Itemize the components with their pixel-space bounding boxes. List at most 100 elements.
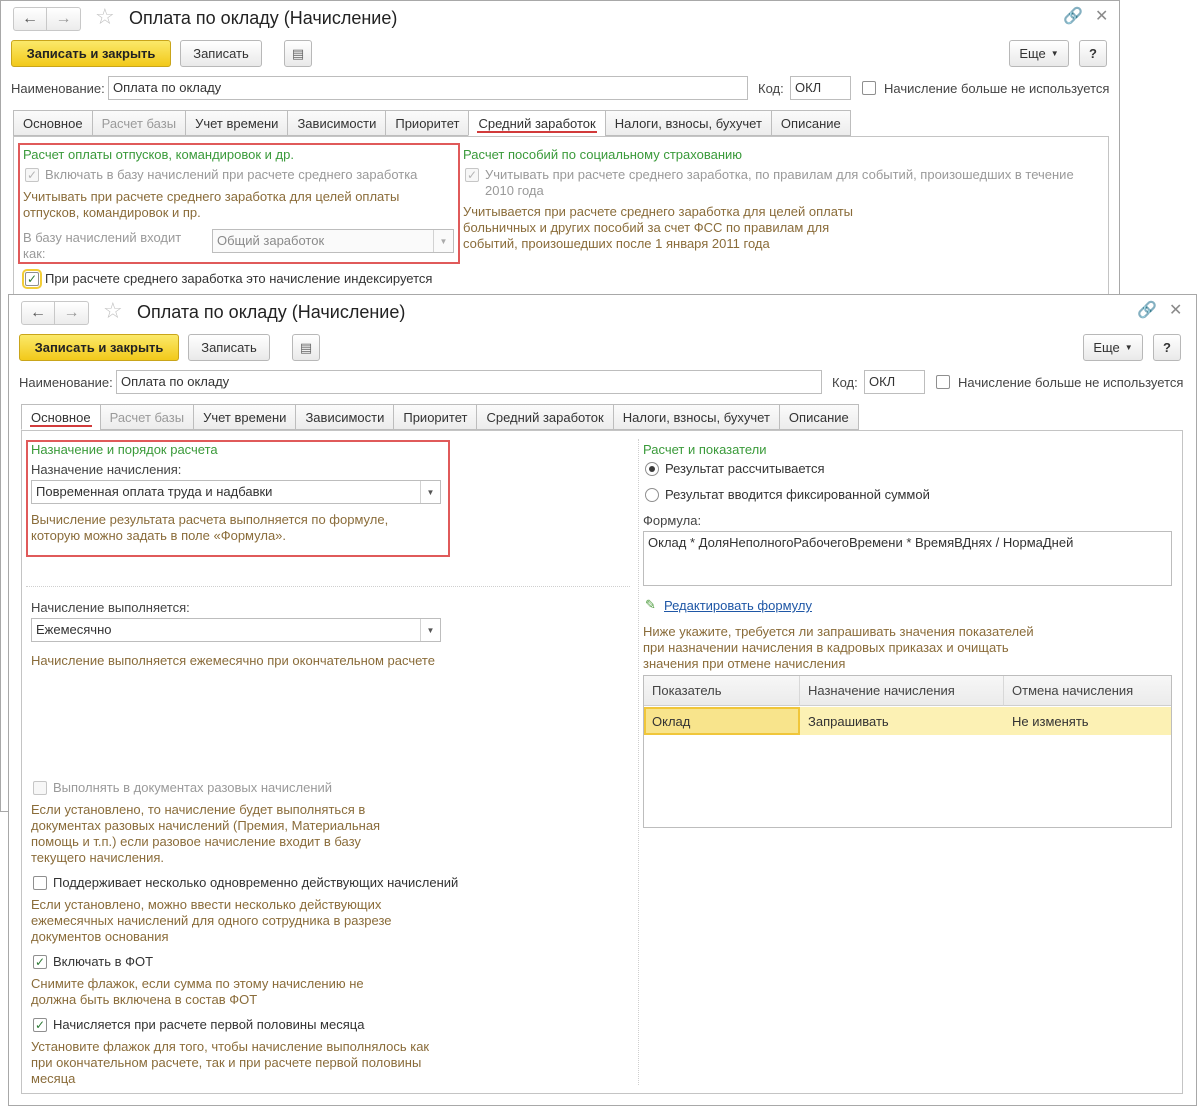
link-icon[interactable]: 🔗 [1137,303,1157,319]
tab-time[interactable]: Учет времени [185,110,288,136]
calc-indicators-header: Расчет и показатели [643,442,767,457]
table-header-assign[interactable]: Назначение начисления [800,676,1004,706]
column-divider [638,439,639,1085]
document-list-icon: ▤ [291,45,305,61]
indexed-label: При расчете среднего заработка это начис… [45,271,433,286]
front-window: ← → ☆ Оплата по окладу (Начисление) 🔗 ✕ … [8,294,1197,1106]
fot-checkbox[interactable]: ✓ [33,955,47,969]
social-include-checkbox: ✓ [465,168,479,182]
chevron-down-icon[interactable]: ▼ [420,481,440,503]
period-value: Ежемесячно [36,622,112,637]
tab-base-calc[interactable]: Расчет базы [99,404,194,430]
unused-label: Начисление больше не используется [958,375,1184,390]
table-cell-cancel[interactable]: Не изменять [1004,707,1171,735]
purpose-header: Назначение и порядок расчета [31,442,218,457]
include-base-checkbox: ✓ [25,168,39,182]
name-label: Наименование: [11,81,105,96]
tab-description[interactable]: Описание [778,404,859,430]
base-type-select: Общий заработок ▼ [212,229,454,253]
document-list-button[interactable]: ▤ [284,40,312,67]
tab-bar: Основное Расчет базы Учет времени Зависи… [21,404,859,430]
help-button[interactable]: ? [1153,334,1181,361]
code-field[interactable]: ОКЛ [790,76,851,100]
favorite-star-icon[interactable]: ☆ [95,6,115,28]
link-icon[interactable]: 🔗 [1063,9,1083,25]
save-close-button[interactable]: Записать и закрыть [19,334,179,361]
unused-checkbox[interactable] [862,81,876,95]
base-type-value: Общий заработок [217,233,325,248]
tab-priority[interactable]: Приоритет [385,110,469,136]
window-title: Оплата по окладу (Начисление) [129,8,398,28]
chevron-down-icon: ▼ [1124,343,1133,352]
radio-fixed[interactable] [645,488,659,502]
back-arrow-icon[interactable]: ← [21,301,55,325]
tab-taxes[interactable]: Налоги, взносы, бухучет [604,110,771,136]
close-icon[interactable]: ✕ [1095,9,1108,25]
multiple-label: Поддерживает несколько одновременно дейс… [53,875,459,890]
unused-label: Начисление больше не используется [884,81,1110,96]
tab-taxes[interactable]: Налоги, взносы, бухучет [612,404,779,430]
social-note: Учитывается при расчете среднего заработ… [463,204,853,251]
pencil-icon[interactable]: ✎ [645,597,656,613]
period-select[interactable]: Ежемесячно ▼ [31,618,441,642]
radio-fixed-label: Результат вводится фиксированной суммой [665,487,930,502]
radio-calculated[interactable] [645,462,659,476]
edit-formula-link[interactable]: Редактировать формулу [664,598,812,613]
save-button[interactable]: Записать [180,40,262,67]
tab-main[interactable]: Основное [13,110,92,136]
save-button[interactable]: Записать [188,334,270,361]
purpose-value: Повременная оплата труда и надбавки [36,484,273,499]
forward-arrow-icon[interactable]: → [47,7,81,31]
purpose-note: Вычисление результата расчета выполняетс… [31,512,389,543]
document-list-button[interactable]: ▤ [292,334,320,361]
name-field[interactable]: Оплата по окладу [108,76,748,100]
period-note: Начисление выполняется ежемесячно при ок… [31,653,435,668]
tab-average-earnings[interactable]: Средний заработок [468,110,605,136]
first-half-note: Установите флажок для того, чтобы начисл… [31,1039,430,1086]
chevron-down-icon: ▼ [433,230,453,252]
purpose-label: Назначение начисления: [31,462,182,477]
more-button[interactable]: Еще ▼ [1009,40,1069,67]
back-arrow-icon[interactable]: ← [13,7,47,31]
tab-dependencies[interactable]: Зависимости [295,404,394,430]
indexed-checkbox[interactable]: ✓ [22,269,42,289]
first-half-checkbox[interactable]: ✓ [33,1018,47,1032]
tab-base-calc[interactable]: Расчет базы [91,110,186,136]
chevron-down-icon[interactable]: ▼ [420,619,440,641]
base-type-label: В базу начислений входит как: [23,230,182,261]
table-cell-indicator[interactable]: Оклад [644,707,800,735]
table-header-cancel[interactable]: Отмена начисления [1004,676,1171,706]
help-button[interactable]: ? [1079,40,1107,67]
more-label: Еще [1093,340,1120,355]
tab-bar: Основное Расчет базы Учет времени Зависи… [13,110,851,136]
one-time-note: Если установлено, то начисление будет вы… [31,802,381,865]
tab-time[interactable]: Учет времени [193,404,296,430]
radio-calculated-label: Результат рассчитывается [665,461,825,476]
tab-description[interactable]: Описание [770,110,851,136]
code-field[interactable]: ОКЛ [864,370,925,394]
name-field[interactable]: Оплата по окладу [116,370,822,394]
multiple-checkbox[interactable] [33,876,47,890]
table-header-indicator[interactable]: Показатель [644,676,800,706]
code-label: Код: [832,375,858,390]
unused-checkbox[interactable] [936,375,950,389]
save-close-button[interactable]: Записать и закрыть [11,40,171,67]
more-button[interactable]: Еще ▼ [1083,334,1143,361]
purpose-select[interactable]: Повременная оплата труда и надбавки ▼ [31,480,441,504]
code-label: Код: [758,81,784,96]
indicators-table[interactable]: Показатель Назначение начисления Отмена … [643,675,1172,828]
table-cell-assign[interactable]: Запрашивать [800,707,1004,735]
forward-arrow-icon[interactable]: → [55,301,89,325]
favorite-star-icon[interactable]: ☆ [103,300,123,322]
tab-dependencies[interactable]: Зависимости [287,110,386,136]
tab-main[interactable]: Основное [21,404,100,430]
formula-label: Формула: [643,513,702,528]
tab-average-earnings[interactable]: Средний заработок [476,404,613,430]
first-half-label: Начисляется при расчете первой половины … [53,1017,365,1032]
social-insurance-header: Расчет пособий по социальному страховани… [463,147,743,162]
multiple-note: Если установлено, можно ввести несколько… [31,897,392,944]
window-title: Оплата по окладу (Начисление) [137,302,406,322]
close-icon[interactable]: ✕ [1169,303,1182,319]
tab-priority[interactable]: Приоритет [393,404,477,430]
formula-field[interactable]: Оклад * ДоляНеполногоРабочегоВремени * В… [643,531,1172,586]
